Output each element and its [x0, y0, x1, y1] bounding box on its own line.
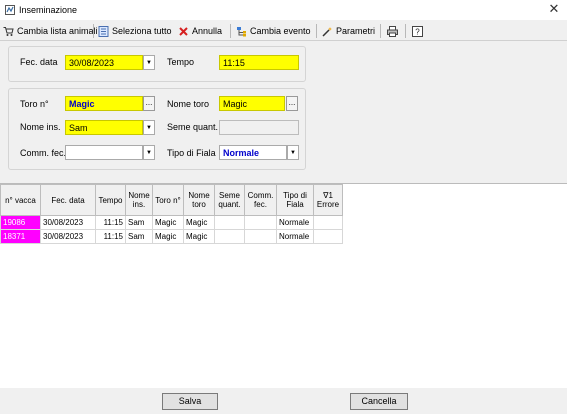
change-animal-list-button[interactable]: Cambia lista animali — [3, 23, 98, 39]
table-row[interactable]: 19086 30/08/2023 11:15 Sam Magic Magic N… — [0, 215, 343, 230]
select-all-button[interactable]: Seleziona tutto — [98, 23, 172, 39]
seme-quant-label: Seme quant. — [167, 122, 219, 132]
toro-label: Toro n° — [20, 99, 49, 109]
toolbar-separator — [380, 24, 381, 38]
nome-toro-browse-button[interactable]: ... — [286, 96, 298, 111]
date-time-panel: Fec. data 30/08/2023 ▼ Tempo 11:15 — [8, 46, 306, 82]
col-header-fec-data[interactable]: Fec. data — [40, 184, 96, 216]
comm-fec-label: Comm. fec. — [20, 148, 67, 158]
tempo-field[interactable]: 11:15 — [219, 55, 299, 70]
chevron-down-icon: ▼ — [146, 149, 152, 156]
table-cell[interactable]: Normale — [276, 215, 314, 230]
magic-wand-icon — [322, 26, 332, 37]
list-icon — [98, 25, 109, 37]
col-header-nome-ins[interactable]: Nome ins. — [125, 184, 153, 216]
app-icon — [5, 5, 15, 15]
table-cell[interactable] — [313, 215, 343, 230]
fec-data-label: Fec. data — [20, 57, 58, 67]
nome-ins-field[interactable]: Sam — [65, 120, 143, 135]
nome-toro-label: Nome toro — [167, 99, 210, 109]
col-header-vacca[interactable]: n° vacca — [0, 184, 41, 216]
toolbar-separator — [405, 24, 406, 38]
save-button[interactable]: Salva — [162, 393, 218, 410]
toolbar: Cambia lista animali Seleziona tutto Ann… — [0, 22, 567, 41]
cancel-button[interactable]: Cancella — [350, 393, 408, 410]
table-cell[interactable]: Magic — [183, 229, 215, 244]
toolbar-label: Cambia lista animali — [17, 26, 98, 36]
table-cell[interactable] — [214, 215, 245, 230]
tree-icon — [237, 26, 246, 36]
comm-fec-field[interactable] — [65, 145, 143, 160]
table-cell[interactable] — [244, 229, 277, 244]
toolbar-separator — [93, 24, 94, 38]
toolbar-label: Cambia evento — [250, 26, 311, 36]
col-header-errore-label: Errore — [316, 200, 340, 209]
tipo-fiala-label: Tipo di Fiala — [167, 148, 216, 158]
toro-browse-button[interactable]: ... — [143, 96, 155, 111]
svg-text:?: ? — [415, 27, 420, 36]
nome-toro-field[interactable]: Magic — [219, 96, 285, 111]
col-header-errore[interactable]: ∇1 Errore — [313, 184, 343, 216]
toolbar-label: Seleziona tutto — [112, 26, 172, 36]
help-icon: ? — [412, 25, 423, 37]
toolbar-label: Parametri — [336, 26, 376, 36]
fec-data-field[interactable]: 30/08/2023 — [65, 55, 143, 70]
nome-ins-label: Nome ins. — [20, 122, 61, 132]
tempo-label: Tempo — [167, 57, 195, 67]
col-header-toro[interactable]: Toro n° — [152, 184, 184, 216]
cow-id-cell[interactable]: 19086 — [0, 215, 41, 230]
toro-field[interactable]: Magic — [65, 96, 143, 111]
table-cell[interactable]: 30/08/2023 — [40, 215, 96, 230]
table-cell[interactable]: 30/08/2023 — [40, 229, 96, 244]
table-cell[interactable]: Magic — [152, 215, 184, 230]
title-bar: Inseminazione ✕ — [0, 0, 567, 20]
chevron-down-icon: ▼ — [290, 149, 296, 156]
fec-data-dropdown[interactable]: ▼ — [143, 55, 155, 70]
insemination-table: n° vacca Fec. data Tempo Nome ins. Toro … — [0, 184, 343, 244]
print-button[interactable] — [387, 23, 398, 39]
toolbar-label: Annulla — [192, 26, 223, 36]
table-row[interactable]: 18371 30/08/2023 11:15 Sam Magic Magic N… — [0, 229, 343, 244]
table-cell[interactable]: Sam — [125, 229, 153, 244]
table-cell[interactable]: 11:15 — [95, 229, 126, 244]
window-title: Inseminazione — [19, 5, 78, 15]
table-cell[interactable]: 11:15 — [95, 215, 126, 230]
chevron-down-icon: ▼ — [146, 59, 152, 66]
table-cell[interactable] — [313, 229, 343, 244]
tipo-fiala-field[interactable]: Normale — [219, 145, 287, 160]
table-cell[interactable]: Magic — [152, 229, 184, 244]
toolbar-separator — [316, 24, 317, 38]
table-header-row: n° vacca Fec. data Tempo Nome ins. Toro … — [0, 184, 343, 216]
col-header-nome-toro[interactable]: Nome toro — [183, 184, 215, 216]
insemination-panel: Toro n° Magic ... Nome toro Magic ... No… — [8, 88, 306, 170]
x-icon — [179, 26, 188, 36]
col-header-tempo[interactable]: Tempo — [95, 184, 126, 216]
sort-filter-icon: ∇1 — [323, 191, 333, 200]
col-header-seme-quant[interactable]: Seme quant. — [214, 184, 245, 216]
cart-icon — [3, 26, 14, 36]
printer-icon — [387, 25, 398, 37]
help-button[interactable]: ? — [412, 23, 423, 39]
comm-fec-dropdown[interactable]: ▼ — [143, 145, 155, 160]
seme-quant-field[interactable] — [219, 120, 299, 135]
col-header-tipo-fiala[interactable]: Tipo di Fiala — [276, 184, 314, 216]
cow-id-cell[interactable]: 18371 — [0, 229, 41, 244]
change-event-button[interactable]: Cambia evento — [236, 23, 311, 39]
table-cell[interactable]: Normale — [276, 229, 314, 244]
col-header-comm-fec[interactable]: Comm. fec. — [244, 184, 277, 216]
tipo-fiala-dropdown[interactable]: ▼ — [287, 145, 299, 160]
data-grid: n° vacca Fec. data Tempo Nome ins. Toro … — [0, 183, 567, 388]
chevron-down-icon: ▼ — [146, 124, 152, 131]
table-cell[interactable]: Sam — [125, 215, 153, 230]
nome-ins-dropdown[interactable]: ▼ — [143, 120, 155, 135]
table-cell[interactable] — [244, 215, 277, 230]
undo-button[interactable]: Annulla — [178, 23, 222, 39]
parameters-button[interactable]: Parametri — [322, 23, 375, 39]
table-cell[interactable] — [214, 229, 245, 244]
toolbar-separator — [230, 24, 231, 38]
table-cell[interactable]: Magic — [183, 215, 215, 230]
button-bar: Salva Cancella — [0, 388, 567, 414]
close-button[interactable]: ✕ — [547, 2, 561, 16]
